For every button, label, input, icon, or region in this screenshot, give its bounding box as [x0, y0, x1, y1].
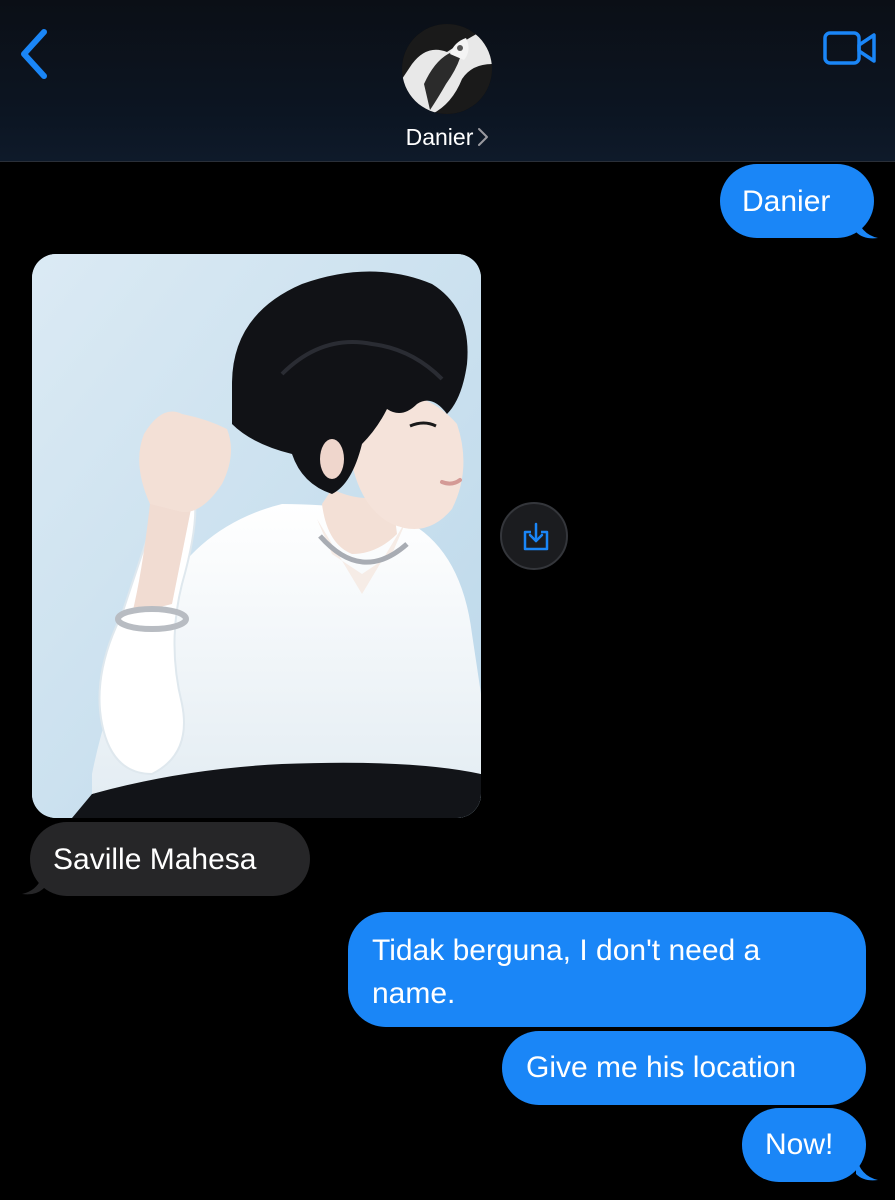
imessage-chat-screen: Danier Danier Saville Mahesa Tidak bergu…	[0, 0, 895, 1200]
contact-avatar[interactable]	[402, 24, 492, 114]
video-camera-icon	[823, 31, 876, 65]
contact-name-label: Danier	[405, 124, 474, 150]
message-text: Danier	[742, 185, 831, 218]
received-photo[interactable]	[32, 254, 481, 818]
message-bubble-sent[interactable]: Give me his location	[502, 1031, 866, 1105]
facetime-video-button[interactable]	[822, 28, 878, 68]
message-bubble-received[interactable]: Saville Mahesa	[30, 822, 310, 896]
message-bubble-sent[interactable]: Danier	[720, 164, 874, 238]
save-photo-button[interactable]	[500, 502, 568, 570]
contact-name-button[interactable]: Danier	[0, 122, 895, 152]
message-text: Saville Mahesa	[53, 843, 257, 876]
chevron-right-icon	[478, 128, 489, 147]
back-button[interactable]	[10, 22, 60, 86]
save-download-icon	[523, 522, 549, 551]
conversation-header: Danier	[0, 0, 895, 162]
photo-image	[32, 254, 481, 818]
message-bubble-sent[interactable]: Tidak berguna, I don't need a name.	[348, 912, 866, 1027]
message-text: Give me his location	[526, 1051, 797, 1084]
message-text: Tidak berguna, I don't need a name.	[372, 934, 761, 1010]
chevron-left-icon	[21, 29, 47, 79]
bubble-tail	[22, 870, 44, 895]
bubble-tail	[856, 1156, 878, 1181]
message-bubble-sent[interactable]: Now!	[742, 1108, 866, 1182]
bubble-tail	[856, 214, 878, 239]
message-text: Now!	[765, 1128, 834, 1161]
